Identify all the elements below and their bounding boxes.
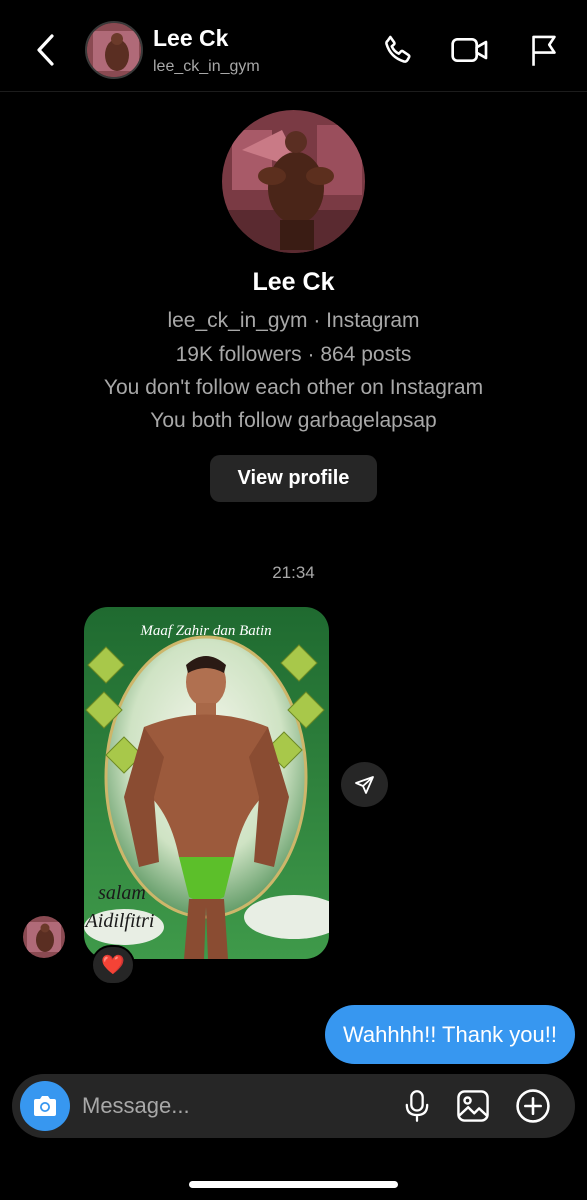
profile-name: Lee Ck [252, 268, 335, 296]
view-profile-button[interactable]: View profile [210, 455, 377, 502]
profile-stats-line: 19K followers · 864 posts [175, 343, 412, 366]
video-call-button[interactable] [450, 30, 490, 70]
header-name[interactable]: Lee Ck [153, 25, 228, 52]
message-timestamp: 21:34 [272, 563, 315, 582]
gallery-icon [457, 1090, 489, 1122]
plus-icon [516, 1089, 550, 1123]
more-options-button[interactable] [514, 1087, 552, 1125]
send-icon [354, 775, 374, 794]
message-composer [12, 1074, 575, 1138]
profile-mutual-follow: You both follow garbagelapsap [150, 409, 437, 432]
camera-icon [34, 1096, 56, 1116]
flag-icon [532, 35, 556, 66]
image-caption-salam: salam [98, 882, 146, 904]
message-input[interactable] [82, 1086, 382, 1126]
profile-avatar[interactable] [222, 110, 365, 253]
heart-reaction[interactable]: ❤️ [91, 945, 135, 985]
report-button[interactable] [524, 30, 564, 70]
profile-handle-line: lee_ck_in_gym · Instagram [167, 309, 420, 332]
phone-icon [385, 35, 411, 63]
video-camera-icon [451, 38, 488, 62]
gallery-button[interactable] [454, 1087, 492, 1125]
sent-message-bubble[interactable]: Wahhhh!! Thank you!! [324, 1005, 575, 1064]
back-arrow-icon [37, 34, 54, 66]
sender-avatar[interactable] [23, 916, 65, 958]
call-button[interactable] [378, 30, 418, 70]
voice-message-button[interactable] [398, 1087, 436, 1125]
sent-message-text: Wahhhh!! Thank you!! [342, 1021, 557, 1047]
header-avatar[interactable] [85, 21, 143, 79]
home-indicator[interactable] [189, 1181, 398, 1188]
header-handle[interactable]: lee_ck_in_gym [153, 58, 260, 76]
back-button[interactable] [30, 32, 62, 68]
image-message[interactable]: Maaf Zahir dan Batin salam Aidilfitri [84, 607, 329, 959]
image-caption-aidilfitri: Aidilfitri [84, 910, 154, 932]
chat-header: Lee Ck lee_ck_in_gym [0, 0, 587, 92]
microphone-icon [405, 1090, 429, 1122]
image-caption-top: Maaf Zahir dan Batin [139, 623, 271, 639]
profile-follow-status: You don't follow each other on Instagram [103, 376, 484, 399]
share-button[interactable] [341, 762, 388, 807]
heart-icon: ❤️ [101, 955, 125, 976]
camera-button[interactable] [20, 1081, 70, 1131]
